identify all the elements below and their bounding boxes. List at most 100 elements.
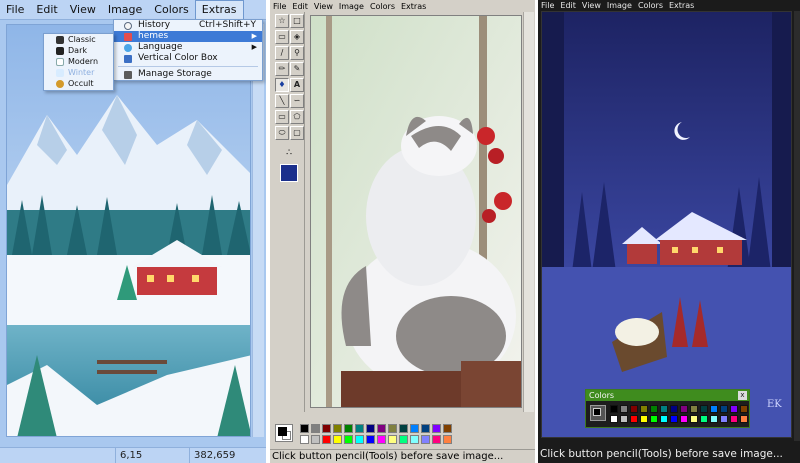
color-swatch[interactable] bbox=[690, 405, 698, 413]
line-icon[interactable]: ╲ bbox=[275, 94, 289, 108]
menu-extras[interactable]: Extras bbox=[194, 0, 244, 20]
color-swatch[interactable] bbox=[311, 424, 320, 433]
menu-edit[interactable]: Edit bbox=[289, 2, 311, 11]
menu-image[interactable]: Image bbox=[102, 0, 148, 20]
color-swatch[interactable] bbox=[650, 405, 658, 413]
color-swatch[interactable] bbox=[690, 415, 698, 423]
color-swatch[interactable] bbox=[344, 435, 353, 444]
color-swatch[interactable] bbox=[610, 405, 618, 413]
pencil-icon[interactable]: ✏ bbox=[275, 62, 289, 76]
color-swatch[interactable] bbox=[333, 435, 342, 444]
menu-colors[interactable]: Colors bbox=[635, 1, 666, 10]
eyedropper-icon[interactable]: ∕ bbox=[275, 46, 289, 60]
color-swatch[interactable] bbox=[377, 435, 386, 444]
theme-item-modern[interactable]: Modern bbox=[44, 56, 113, 67]
color-swatch[interactable] bbox=[421, 435, 430, 444]
menu-colors[interactable]: Colors bbox=[148, 0, 194, 20]
color-swatch[interactable] bbox=[399, 424, 408, 433]
color-swatch[interactable] bbox=[333, 424, 342, 433]
polygon-icon[interactable]: ⬠ bbox=[290, 110, 304, 124]
color-swatch[interactable] bbox=[630, 405, 638, 413]
rectangle-icon[interactable]: ▭ bbox=[275, 110, 289, 124]
menu-item-language[interactable]: Language ▶ bbox=[114, 42, 262, 53]
vertical-scrollbar[interactable] bbox=[523, 12, 534, 412]
color-swatch[interactable] bbox=[300, 424, 309, 433]
color-swatch[interactable] bbox=[432, 435, 441, 444]
theme-item-occult[interactable]: Occult bbox=[44, 78, 113, 89]
brush-icon[interactable]: ✎ bbox=[290, 62, 304, 76]
free-select-icon[interactable]: ☆ bbox=[275, 14, 289, 28]
menu-item-manage-storage[interactable]: Manage Storage bbox=[114, 69, 262, 80]
rounded-rect-icon[interactable]: ▢ bbox=[290, 126, 304, 140]
drawing-canvas[interactable]: EK bbox=[541, 11, 792, 438]
fill-icon[interactable]: ◈ bbox=[290, 30, 304, 44]
spray-size-large-icon[interactable] bbox=[280, 164, 298, 182]
color-swatch[interactable] bbox=[640, 415, 648, 423]
color-swatch[interactable] bbox=[410, 435, 419, 444]
curve-icon[interactable]: ∽ bbox=[290, 94, 304, 108]
color-swatch[interactable] bbox=[660, 415, 668, 423]
menu-file[interactable]: File bbox=[538, 1, 557, 10]
menu-view[interactable]: View bbox=[311, 2, 336, 11]
color-swatch[interactable] bbox=[399, 435, 408, 444]
text-icon[interactable]: A bbox=[290, 78, 304, 92]
menu-extras[interactable]: Extras bbox=[666, 1, 697, 10]
color-swatch[interactable] bbox=[740, 405, 748, 413]
color-swatch[interactable] bbox=[410, 424, 419, 433]
color-swatch[interactable] bbox=[710, 405, 718, 413]
color-swatch[interactable] bbox=[322, 435, 331, 444]
color-swatch[interactable] bbox=[720, 405, 728, 413]
color-swatch[interactable] bbox=[650, 415, 658, 423]
color-swatch[interactable] bbox=[630, 415, 638, 423]
color-swatch[interactable] bbox=[660, 405, 668, 413]
magnifier-icon[interactable]: ⚲ bbox=[290, 46, 304, 60]
vertical-scrollbar[interactable] bbox=[794, 11, 800, 441]
menu-file[interactable]: File bbox=[0, 0, 30, 20]
color-swatch[interactable] bbox=[730, 415, 738, 423]
color-swatch[interactable] bbox=[355, 424, 364, 433]
vertical-scrollbar[interactable] bbox=[252, 24, 264, 437]
color-swatch[interactable] bbox=[443, 424, 452, 433]
color-swatch[interactable] bbox=[740, 415, 748, 423]
color-swatch[interactable] bbox=[730, 405, 738, 413]
theme-item-dark[interactable]: Dark bbox=[44, 45, 113, 56]
color-swatch[interactable] bbox=[680, 415, 688, 423]
color-swatch[interactable] bbox=[377, 424, 386, 433]
color-swatch[interactable] bbox=[366, 435, 375, 444]
current-colors[interactable] bbox=[275, 424, 293, 442]
menu-item-themes[interactable]: hemes ▶ bbox=[114, 31, 262, 42]
color-swatch[interactable] bbox=[620, 405, 628, 413]
airbrush-icon[interactable]: ♦ bbox=[275, 78, 289, 92]
color-swatch[interactable] bbox=[700, 405, 708, 413]
color-swatch[interactable] bbox=[432, 424, 441, 433]
color-swatch[interactable] bbox=[700, 415, 708, 423]
rect-select-icon[interactable]: □ bbox=[290, 14, 304, 28]
color-swatch[interactable] bbox=[670, 405, 678, 413]
color-swatch[interactable] bbox=[720, 415, 728, 423]
color-swatch[interactable] bbox=[710, 415, 718, 423]
close-icon[interactable]: x bbox=[738, 391, 747, 400]
color-swatch[interactable] bbox=[670, 415, 678, 423]
current-colors[interactable] bbox=[590, 405, 606, 421]
menu-image[interactable]: Image bbox=[336, 2, 367, 11]
eraser-icon[interactable]: ▭ bbox=[275, 30, 289, 44]
color-swatch[interactable] bbox=[322, 424, 331, 433]
menu-view[interactable]: View bbox=[579, 1, 604, 10]
color-swatch[interactable] bbox=[610, 415, 618, 423]
color-swatch[interactable] bbox=[311, 435, 320, 444]
menu-colors[interactable]: Colors bbox=[367, 2, 398, 11]
color-swatch[interactable] bbox=[300, 435, 309, 444]
menu-view[interactable]: View bbox=[64, 0, 102, 20]
spray-size-small-icon[interactable]: ∴ bbox=[282, 148, 296, 162]
drawing-canvas[interactable] bbox=[310, 15, 522, 408]
color-swatch[interactable] bbox=[388, 424, 397, 433]
color-swatch[interactable] bbox=[355, 435, 364, 444]
ellipse-icon[interactable]: ⬭ bbox=[275, 126, 289, 140]
colors-box-title[interactable]: Colors bbox=[586, 390, 749, 401]
theme-item-classic[interactable]: Classic bbox=[44, 34, 113, 45]
menu-item-vertical-color-box[interactable]: Vertical Color Box bbox=[114, 53, 262, 64]
color-swatch[interactable] bbox=[344, 424, 353, 433]
menu-edit[interactable]: Edit bbox=[30, 0, 63, 20]
color-swatch[interactable] bbox=[443, 435, 452, 444]
color-swatch[interactable] bbox=[680, 405, 688, 413]
